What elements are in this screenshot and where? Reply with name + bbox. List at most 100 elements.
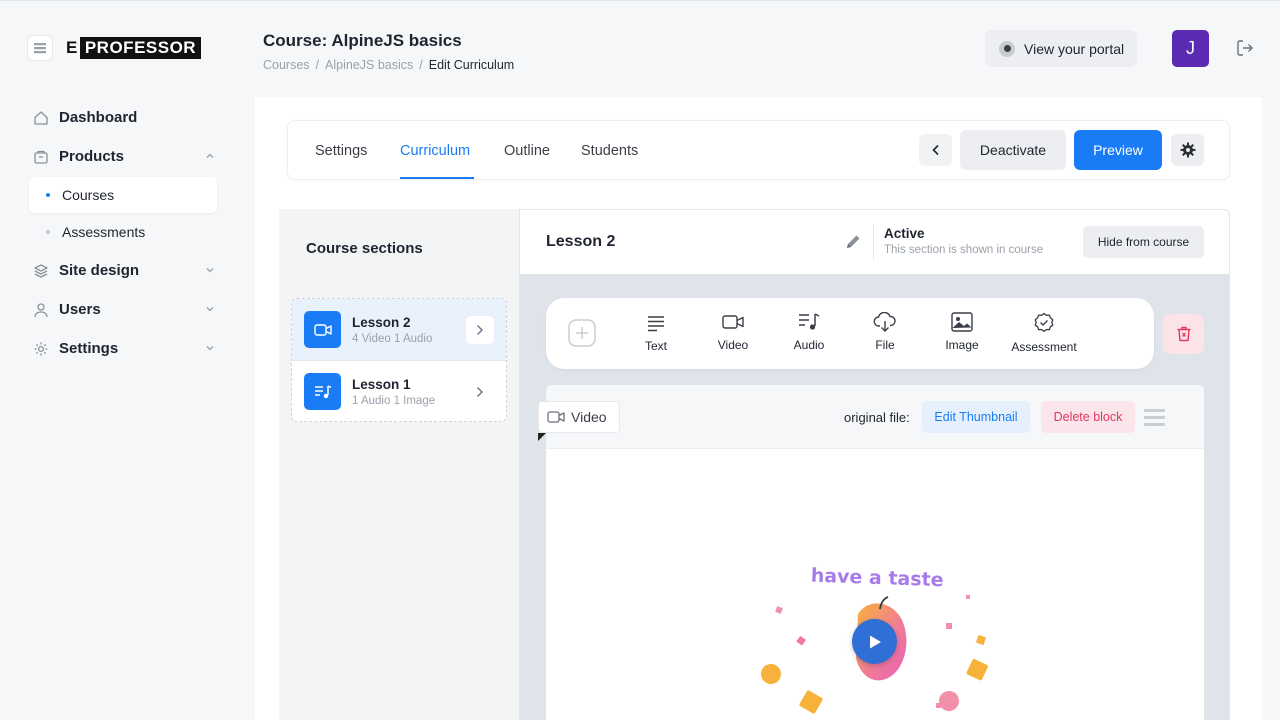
settings-gear-button[interactable] xyxy=(1171,134,1204,166)
breadcrumb: Courses / AlpineJS basics / Edit Curricu… xyxy=(263,58,514,72)
tool-label: Audio xyxy=(793,338,825,352)
brand-prefix: E xyxy=(66,38,78,57)
cloud-download-icon xyxy=(873,312,896,332)
sidebar-subitem-courses[interactable]: Courses xyxy=(29,177,217,213)
original-file-label: original file: xyxy=(844,410,910,425)
play-button[interactable] xyxy=(852,619,897,664)
sidebar-subitem-assessments[interactable]: Assessments xyxy=(29,214,217,250)
sidebar-subitem-label: Assessments xyxy=(62,224,146,240)
pencil-icon[interactable] xyxy=(844,233,862,251)
tag-corner xyxy=(538,433,546,441)
editor-header: Lesson 2 Active This section is shown in… xyxy=(520,210,1229,274)
sidebar-subitem-label: Courses xyxy=(62,187,115,203)
layers-icon xyxy=(33,263,49,279)
tool-audio[interactable]: Audio xyxy=(774,312,844,352)
block-header: original file: Edit Thumbnail Delete blo… xyxy=(546,385,1204,449)
sidebar-item-site-design[interactable]: Site design xyxy=(29,251,217,290)
music-icon xyxy=(304,373,341,410)
status-block: Active This section is shown in course xyxy=(884,226,1043,256)
brand-wordmark: E PROFESSOR xyxy=(66,37,202,59)
tool-label: Text xyxy=(644,339,667,353)
box-icon xyxy=(33,149,49,165)
drag-handle-icon[interactable] xyxy=(1144,409,1165,426)
lesson-name: Lesson 2 xyxy=(352,314,411,330)
avatar[interactable]: J xyxy=(1172,30,1209,67)
music-icon xyxy=(799,313,820,330)
deactivate-button[interactable]: Deactivate xyxy=(960,130,1066,170)
divider xyxy=(873,224,874,260)
stack-icon xyxy=(34,43,46,54)
tool-label: File xyxy=(875,338,895,352)
chevron-down-icon xyxy=(206,307,214,312)
block-toolbar: Text Video Audio File Image Assessment xyxy=(546,298,1154,369)
video-icon xyxy=(547,411,565,423)
chevron-right-icon xyxy=(477,325,483,335)
tab-curriculum[interactable]: Curriculum xyxy=(400,143,470,159)
lesson-meta: 1 Audio 1 Image xyxy=(352,394,436,407)
sidebar-item-dashboard[interactable]: Dashboard xyxy=(29,98,217,137)
list-item-lesson[interactable]: Lesson 1 1 Audio 1 Image xyxy=(292,361,506,421)
text-icon xyxy=(648,316,664,332)
sidebar-item-settings[interactable]: Settings xyxy=(29,329,217,368)
breadcrumb-course[interactable]: AlpineJS basics xyxy=(325,58,413,72)
chevron-left-icon xyxy=(931,144,939,156)
sidebar-item-products[interactable]: Products xyxy=(29,137,217,176)
video-preview[interactable]: have a taste xyxy=(546,449,1204,720)
home-icon xyxy=(33,110,49,126)
tool-label: Image xyxy=(945,338,979,352)
edit-thumbnail-button[interactable]: Edit Thumbnail xyxy=(922,401,1030,433)
tabs-bar: Settings Curriculum Outline Students Dea… xyxy=(287,120,1230,180)
delete-section-button[interactable] xyxy=(1163,314,1204,354)
logo[interactable]: E PROFESSOR xyxy=(27,35,202,61)
status-description: This section is shown in course xyxy=(884,244,1044,256)
sections-title: Course sections xyxy=(306,240,423,257)
tab-students[interactable]: Students xyxy=(581,143,638,159)
tab-settings[interactable]: Settings xyxy=(315,143,367,159)
open-lesson-button[interactable] xyxy=(466,316,494,344)
active-tab-indicator xyxy=(400,177,474,179)
sidebar-item-users[interactable]: Users xyxy=(29,290,217,329)
user-icon xyxy=(33,302,49,318)
eye-icon xyxy=(999,40,1015,57)
tool-assessment[interactable]: Assessment xyxy=(1004,312,1084,354)
logout-icon[interactable] xyxy=(1236,39,1254,57)
preview-button[interactable]: Preview xyxy=(1074,130,1162,170)
chevron-down-icon xyxy=(206,346,214,351)
block-type-label: Video xyxy=(571,409,607,425)
video-icon xyxy=(304,311,341,348)
view-portal-button[interactable]: View your portal xyxy=(985,30,1137,67)
tool-label: Assessment xyxy=(1011,340,1077,354)
breadcrumb-separator: / xyxy=(419,58,423,72)
brand-name: PROFESSOR xyxy=(79,37,202,59)
gear-icon xyxy=(33,341,49,357)
open-lesson-button[interactable] xyxy=(466,378,494,406)
sidebar-item-label: Site design xyxy=(59,262,140,279)
lesson-title: Lesson 2 xyxy=(546,233,616,250)
add-block-icon[interactable] xyxy=(568,319,596,347)
play-icon xyxy=(869,635,881,648)
sidebar-item-label: Users xyxy=(59,301,101,318)
breadcrumb-courses[interactable]: Courses xyxy=(263,58,310,72)
lesson-meta: 4 Video 1 Audio xyxy=(352,332,433,345)
menu-toggle-button[interactable] xyxy=(27,35,53,61)
list-item-lesson[interactable]: Lesson 2 4 Video 1 Audio xyxy=(292,299,506,360)
delete-block-button[interactable]: Delete block xyxy=(1041,401,1135,433)
tool-video[interactable]: Video xyxy=(698,312,768,352)
chevron-down-icon xyxy=(206,268,214,273)
image-icon xyxy=(951,312,973,332)
tab-outline[interactable]: Outline xyxy=(504,143,550,159)
tool-text[interactable]: Text xyxy=(621,313,691,353)
tool-file[interactable]: File xyxy=(850,312,920,352)
sidebar-nav: Dashboard Products Courses Assessments S… xyxy=(29,98,217,368)
bullet-icon xyxy=(46,230,50,234)
status-label: Active xyxy=(884,226,925,241)
back-button[interactable] xyxy=(919,134,952,166)
thumbnail-text: have a taste xyxy=(810,565,944,592)
hide-from-course-button[interactable]: Hide from course xyxy=(1083,226,1204,258)
tool-image[interactable]: Image xyxy=(927,312,997,352)
video-icon xyxy=(722,315,744,329)
lesson-list: Lesson 2 4 Video 1 Audio Lesson 1 1 Audi… xyxy=(291,298,507,422)
lesson-name: Lesson 1 xyxy=(352,376,411,392)
sidebar-item-label: Products xyxy=(59,148,125,165)
gear-icon xyxy=(1180,142,1195,158)
